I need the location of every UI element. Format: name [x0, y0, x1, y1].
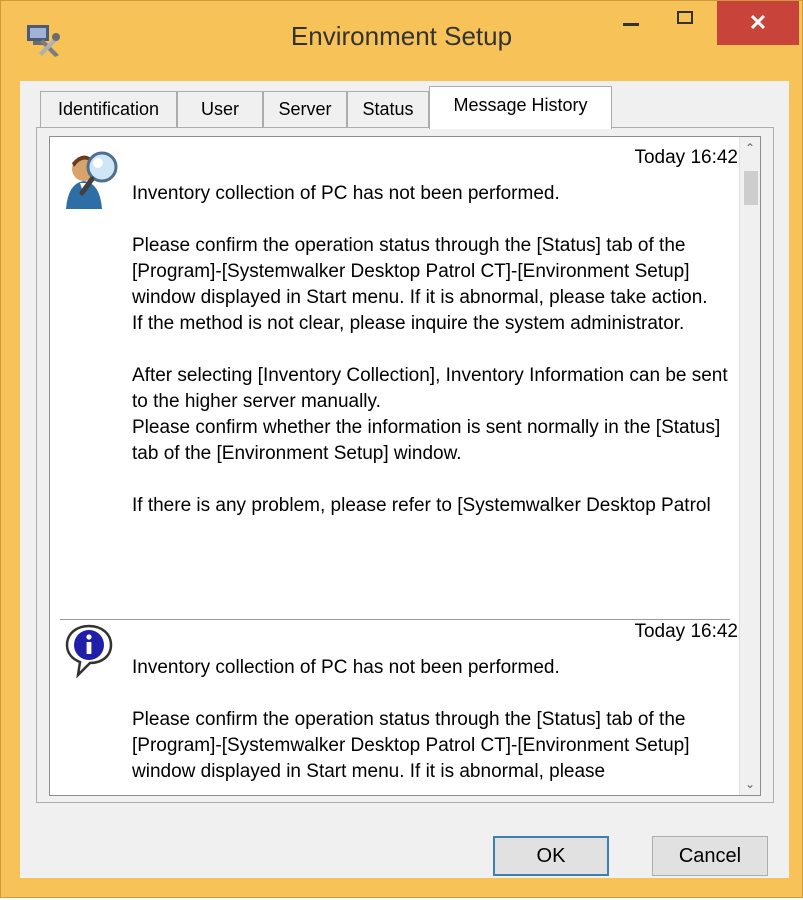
- close-icon: ✕: [748, 10, 768, 35]
- minimize-icon: [623, 23, 639, 26]
- scroll-up-arrow-icon[interactable]: ⌃: [740, 137, 760, 159]
- user-search-icon: [66, 151, 118, 209]
- message-paragraph: After selecting [Inventory Collection], …: [132, 365, 728, 464]
- close-button[interactable]: ✕: [717, 1, 799, 45]
- tab-status[interactable]: Status: [347, 91, 429, 127]
- info-icon: [65, 624, 113, 679]
- environment-setup-window: Environment Setup ✕ Identification User …: [0, 0, 803, 898]
- title-bar[interactable]: Environment Setup ✕: [1, 1, 802, 81]
- cancel-button[interactable]: Cancel: [652, 836, 768, 876]
- dialog-client-area: Identification User Server Status Messag…: [20, 81, 789, 878]
- message-separator: [60, 619, 730, 620]
- message-timestamp: Today 16:42: [634, 147, 738, 168]
- ok-button[interactable]: OK: [493, 836, 609, 876]
- maximize-icon: [677, 11, 693, 24]
- vertical-scrollbar[interactable]: ⌃ ⌄: [739, 137, 760, 795]
- minimize-button[interactable]: [607, 1, 657, 45]
- tab-message-history[interactable]: Message History: [429, 86, 612, 129]
- maximize-button[interactable]: [661, 1, 711, 45]
- message-body: Inventory collection of PC has not been …: [132, 181, 728, 545]
- message-paragraph: If there is any problem, please refer to…: [132, 495, 711, 516]
- scrollbar-thumb[interactable]: [744, 171, 758, 205]
- scroll-down-arrow-icon[interactable]: ⌄: [740, 773, 760, 795]
- message-timestamp: Today 16:42: [634, 621, 738, 642]
- message-paragraph: Please confirm the operation status thro…: [132, 709, 690, 782]
- message-body: Inventory collection of PC has not been …: [132, 655, 728, 795]
- message-history-panel: Today 16:42 Inventory collection of PC h…: [36, 127, 774, 803]
- message-paragraph: Inventory collection of PC has not been …: [132, 183, 560, 204]
- message-history-list[interactable]: Today 16:42 Inventory collection of PC h…: [49, 136, 761, 796]
- tab-user[interactable]: User: [177, 91, 263, 127]
- message-paragraph: Please confirm the operation status thro…: [132, 235, 708, 334]
- message-paragraph: Inventory collection of PC has not been …: [132, 657, 560, 678]
- tab-server[interactable]: Server: [263, 91, 347, 127]
- tab-identification[interactable]: Identification: [40, 91, 177, 127]
- messages-viewport: Today 16:42 Inventory collection of PC h…: [50, 137, 740, 795]
